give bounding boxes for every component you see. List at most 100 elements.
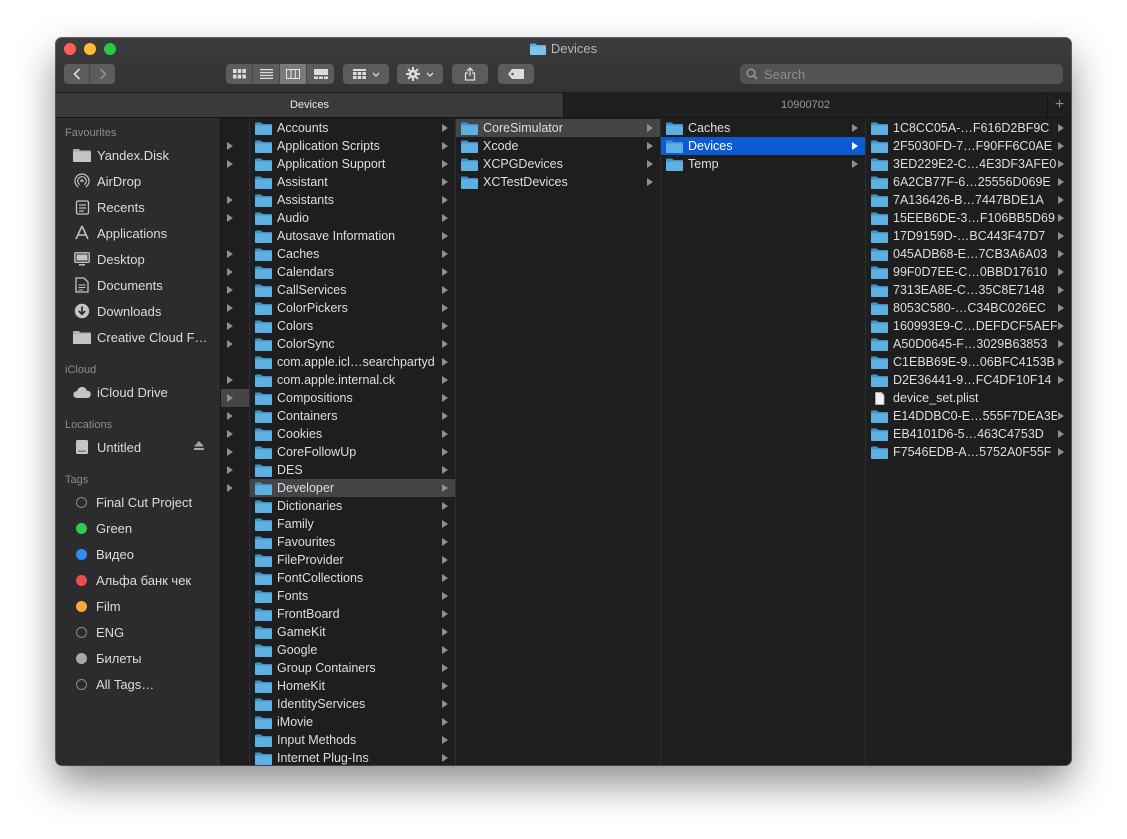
- parent-column-row[interactable]: [221, 209, 249, 227]
- parent-column-row[interactable]: [221, 713, 249, 731]
- parent-column-row[interactable]: [221, 119, 249, 137]
- folder-row[interactable]: FrontBoard: [250, 605, 455, 623]
- tab-devices[interactable]: Devices: [56, 93, 563, 117]
- folder-row[interactable]: ColorPickers: [250, 299, 455, 317]
- parent-column-row[interactable]: [221, 479, 249, 497]
- folder-row[interactable]: Cookies: [250, 425, 455, 443]
- column-view-button[interactable]: [280, 64, 307, 84]
- folder-row[interactable]: Family: [250, 515, 455, 533]
- folder-row[interactable]: E14DDBC0-E…555F7DEA3E: [866, 407, 1071, 425]
- folder-row[interactable]: 045ADB68-E…7CB3A6A03: [866, 245, 1071, 263]
- parent-column-row[interactable]: [221, 623, 249, 641]
- parent-column-row[interactable]: [221, 497, 249, 515]
- new-tab-button[interactable]: +: [1047, 93, 1071, 117]
- eject-icon[interactable]: [194, 441, 204, 450]
- folder-row[interactable]: Favourites: [250, 533, 455, 551]
- parent-column-row[interactable]: [221, 299, 249, 317]
- parent-column-row[interactable]: [221, 353, 249, 371]
- folder-row[interactable]: 7313EA8E-C…35C8E7148: [866, 281, 1071, 299]
- file-row[interactable]: device_set.plist: [866, 389, 1071, 407]
- parent-column-row[interactable]: [221, 695, 249, 713]
- folder-row[interactable]: 2F5030FD-7…F90FF6C0AE: [866, 137, 1071, 155]
- folder-row[interactable]: Audio: [250, 209, 455, 227]
- search-field[interactable]: Search: [740, 64, 1063, 84]
- folder-row[interactable]: 8053C580-…C34BC026EC: [866, 299, 1071, 317]
- sidebar-item-desktop[interactable]: Desktop: [72, 248, 218, 270]
- folder-row[interactable]: Accounts: [250, 119, 455, 137]
- parent-column-row[interactable]: [221, 389, 249, 407]
- parent-column-row[interactable]: [221, 407, 249, 425]
- gallery-view-button[interactable]: [307, 64, 334, 84]
- folder-row[interactable]: Caches: [250, 245, 455, 263]
- tab-10900702[interactable]: 10900702: [563, 93, 1047, 117]
- folder-row[interactable]: XCPGDevices: [456, 155, 660, 173]
- folder-row[interactable]: Devices: [661, 137, 865, 155]
- parent-column-row[interactable]: [221, 263, 249, 281]
- sidebar-item-final-cut-project[interactable]: Final Cut Project: [72, 491, 218, 513]
- sidebar-item-альфа-банк-чек[interactable]: Альфа банк чек: [72, 569, 218, 591]
- parent-column-row[interactable]: [221, 533, 249, 551]
- folder-row[interactable]: HomeKit: [250, 677, 455, 695]
- folder-row[interactable]: Internet Plug-Ins: [250, 749, 455, 765]
- parent-column-row[interactable]: [221, 659, 249, 677]
- back-button[interactable]: [64, 64, 90, 84]
- parent-column-row[interactable]: [221, 371, 249, 389]
- folder-row[interactable]: Caches: [661, 119, 865, 137]
- folder-row[interactable]: 99F0D7EE-C…0BBD17610: [866, 263, 1071, 281]
- folder-row[interactable]: Application Scripts: [250, 137, 455, 155]
- sidebar-item-film[interactable]: Film: [72, 595, 218, 617]
- sidebar-item-all-tags[interactable]: All Tags…: [72, 673, 218, 695]
- folder-row[interactable]: DES: [250, 461, 455, 479]
- parent-column-row[interactable]: [221, 173, 249, 191]
- folder-row[interactable]: 15EEB6DE-3…F106BB5D69: [866, 209, 1071, 227]
- folder-row[interactable]: Xcode: [456, 137, 660, 155]
- sidebar-item-yandex-disk[interactable]: Yandex.Disk: [72, 144, 218, 166]
- action-menu-button[interactable]: [397, 64, 443, 84]
- parent-column-row[interactable]: [221, 749, 249, 765]
- folder-row[interactable]: Assistants: [250, 191, 455, 209]
- parent-column-row[interactable]: [221, 335, 249, 353]
- parent-column-row[interactable]: [221, 677, 249, 695]
- folder-row[interactable]: Temp: [661, 155, 865, 173]
- parent-column-row[interactable]: [221, 641, 249, 659]
- sidebar-item-eng[interactable]: ENG: [72, 621, 218, 643]
- folder-row[interactable]: 7A136426-B…7447BDE1A: [866, 191, 1071, 209]
- folder-row[interactable]: iMovie: [250, 713, 455, 731]
- folder-row[interactable]: CallServices: [250, 281, 455, 299]
- parent-column-row[interactable]: [221, 551, 249, 569]
- folder-row[interactable]: com.apple.internal.ck: [250, 371, 455, 389]
- folder-row[interactable]: Application Support: [250, 155, 455, 173]
- folder-row[interactable]: Group Containers: [250, 659, 455, 677]
- edit-tags-button[interactable]: [498, 64, 534, 84]
- folder-row[interactable]: CoreSimulator: [456, 119, 660, 137]
- parent-column-row[interactable]: [221, 515, 249, 533]
- folder-row[interactable]: Autosave Information: [250, 227, 455, 245]
- folder-row[interactable]: Developer: [250, 479, 455, 497]
- folder-row[interactable]: com.apple.icl…searchpartyd: [250, 353, 455, 371]
- parent-column-row[interactable]: [221, 461, 249, 479]
- sidebar-item-green[interactable]: Green: [72, 517, 218, 539]
- folder-row[interactable]: Fonts: [250, 587, 455, 605]
- parent-column-row[interactable]: [221, 281, 249, 299]
- icon-view-button[interactable]: [226, 64, 253, 84]
- sidebar-item-видео[interactable]: Видео: [72, 543, 218, 565]
- sidebar-item-creative-cloud-f[interactable]: Creative Cloud F…: [72, 326, 218, 348]
- parent-column-row[interactable]: [221, 191, 249, 209]
- folder-row[interactable]: EB4101D6-5…463C4753D: [866, 425, 1071, 443]
- folder-row[interactable]: C1EBB69E-9…06BFC4153B: [866, 353, 1071, 371]
- folder-row[interactable]: Dictionaries: [250, 497, 455, 515]
- folder-row[interactable]: 6A2CB77F-6…25556D069E: [866, 173, 1071, 191]
- parent-column-row[interactable]: [221, 443, 249, 461]
- folder-row[interactable]: Input Methods: [250, 731, 455, 749]
- parent-column-row[interactable]: [221, 587, 249, 605]
- folder-row[interactable]: FileProvider: [250, 551, 455, 569]
- folder-row[interactable]: Google: [250, 641, 455, 659]
- folder-row[interactable]: FontCollections: [250, 569, 455, 587]
- folder-row[interactable]: Colors: [250, 317, 455, 335]
- group-by-button[interactable]: [343, 64, 389, 84]
- folder-row[interactable]: GameKit: [250, 623, 455, 641]
- parent-column-row[interactable]: [221, 731, 249, 749]
- folder-row[interactable]: 3ED229E2-C…4E3DF3AFE0: [866, 155, 1071, 173]
- sidebar-item-applications[interactable]: Applications: [72, 222, 218, 244]
- parent-column-row[interactable]: [221, 227, 249, 245]
